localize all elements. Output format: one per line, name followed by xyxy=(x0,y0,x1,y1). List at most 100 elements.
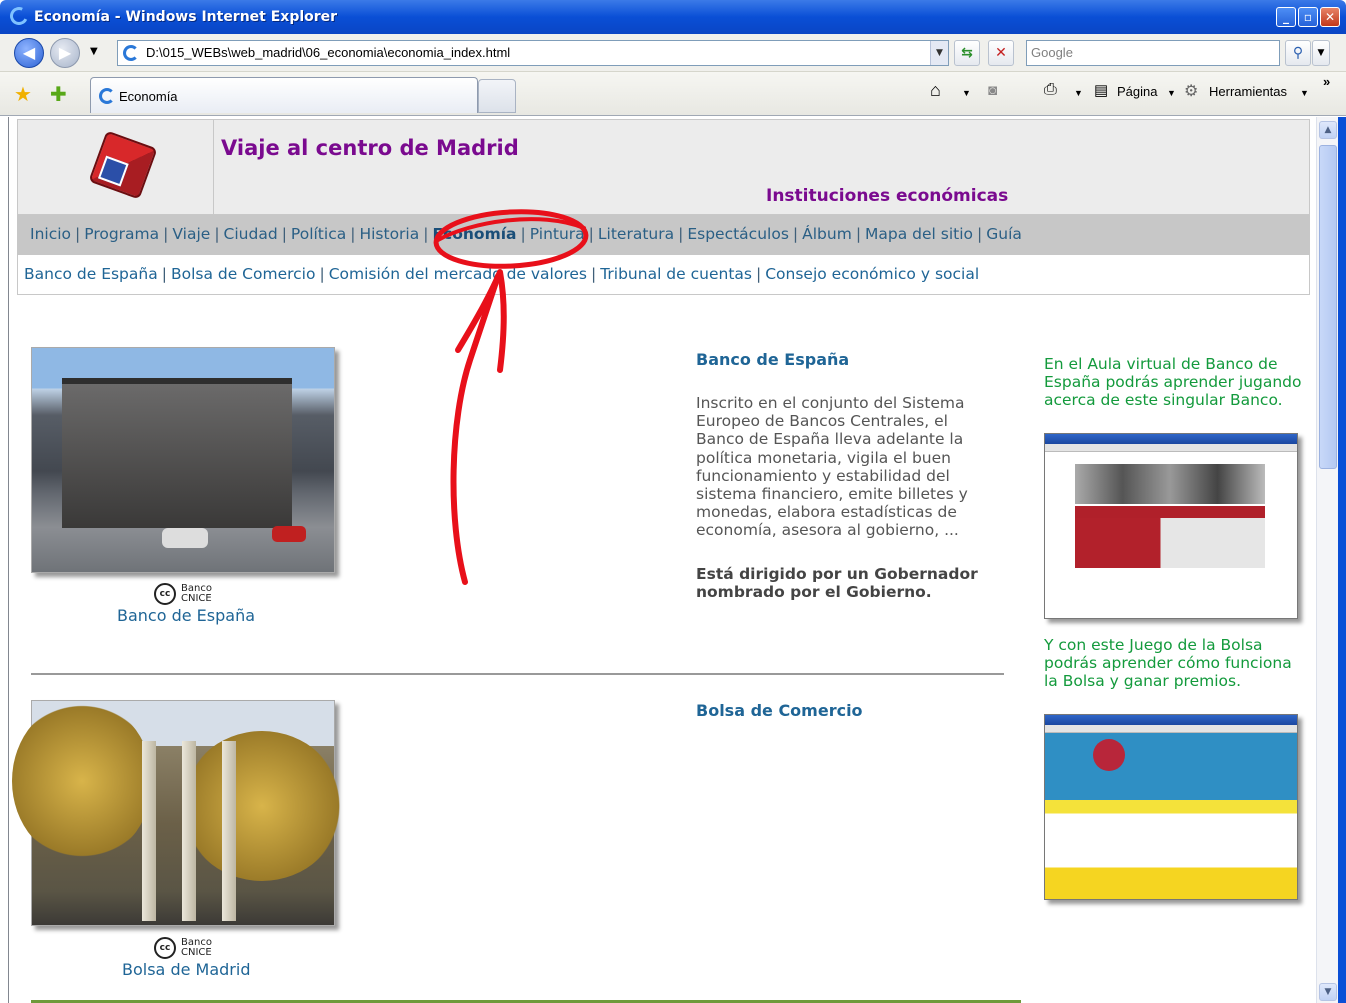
address-dropdown-icon[interactable]: ▼ xyxy=(930,41,948,65)
madrid-cube-icon xyxy=(88,130,158,200)
address-bar[interactable]: D:\015_WEBs\web_madrid\06_economia\econo… xyxy=(117,40,949,66)
subnav-separator: | xyxy=(755,265,762,283)
photo-caption-banco[interactable]: Banco de España xyxy=(117,606,255,625)
vertical-scrollbar[interactable]: ▲ ▼ xyxy=(1316,117,1338,1003)
nav-separator: | xyxy=(163,225,169,243)
section-title-banco: Banco de España xyxy=(696,350,850,369)
sub-nav: Banco de España | Bolsa de Comercio | Comisi… xyxy=(17,255,1310,295)
section-text-banco: Inscrito en el conjunto del Sistema Euro… xyxy=(696,394,968,540)
nav-item-inicio[interactable]: Inicio xyxy=(30,225,71,243)
page-header: Viaje al centro de Madrid Instituciones … xyxy=(17,119,1310,216)
nav-item-album[interactable]: Álbum xyxy=(802,225,852,243)
scroll-down-icon[interactable]: ▼ xyxy=(1319,983,1337,1001)
tab-page-icon xyxy=(99,88,115,104)
chevron-more-icon[interactable]: » xyxy=(1323,74,1330,89)
favorites-star-icon[interactable]: ★ xyxy=(14,82,32,106)
main-nav: Inicio | Programa | Viaje | Ciudad | Política | Hi… xyxy=(17,215,1310,255)
refresh-icon[interactable]: ⇆ xyxy=(954,40,980,66)
window-title: Economía - Windows Internet Explorer xyxy=(34,9,338,25)
nav-item-guia[interactable]: Guía xyxy=(986,225,1022,243)
nav-item-mapa-del-sitio[interactable]: Mapa del sitio xyxy=(865,225,973,243)
nav-separator: | xyxy=(792,225,799,243)
photo-caption-bolsa[interactable]: Bolsa de Madrid xyxy=(122,960,250,979)
banco-espana-photo xyxy=(31,347,335,573)
subnav-item-tribunal-de-cuentas[interactable]: Tribunal de cuentas xyxy=(600,265,752,283)
subnav-item-comision-del-mercado-de-valores[interactable]: Comisión del mercado de valores xyxy=(329,265,587,283)
subnav-item-bolsa-de-comercio[interactable]: Bolsa de Comercio xyxy=(171,265,316,283)
subnav-separator: | xyxy=(319,265,325,283)
nav-item-pintura[interactable]: Pintura xyxy=(530,225,585,243)
page-menu-icon: ▤ xyxy=(1094,82,1109,99)
page-menu[interactable]: Página xyxy=(1117,84,1157,99)
nav-separator: | xyxy=(75,225,81,243)
tools-dropdown-icon[interactable]: ▼ xyxy=(1300,88,1309,98)
nav-item-ciudad[interactable]: Ciudad xyxy=(224,225,278,243)
nav-separator: | xyxy=(855,225,862,243)
home-icon[interactable]: ⌂ xyxy=(930,80,941,101)
subnav-item-consejo-economico-y-social[interactable]: Consejo económico y social xyxy=(765,265,979,283)
section-title: Instituciones económicas xyxy=(766,186,1009,206)
search-options-icon[interactable]: ▼ xyxy=(1312,40,1330,66)
section-title-bolsa: Bolsa de Comercio xyxy=(696,701,863,720)
new-tab-button[interactable] xyxy=(478,79,516,113)
nav-separator: | xyxy=(588,225,594,243)
back-button[interactable]: ◀ xyxy=(14,38,44,68)
nav-separator: | xyxy=(281,225,287,243)
nav-item-programa[interactable]: Programa xyxy=(84,225,159,243)
nav-separator: | xyxy=(520,225,526,243)
tools-menu[interactable]: Herramientas xyxy=(1209,84,1287,99)
nav-separator: | xyxy=(977,225,983,243)
subnav-separator: | xyxy=(161,265,167,283)
window-titlebar: Economía - Windows Internet Explorer _ ▫… xyxy=(0,0,1346,34)
search-icon[interactable]: ⚲ xyxy=(1285,40,1311,66)
section-bold-banco: Está dirigido por un Gobernador nombrado… xyxy=(696,565,978,602)
madrid-logo[interactable] xyxy=(18,120,214,216)
scroll-up-icon[interactable]: ▲ xyxy=(1319,121,1337,139)
nav-separator: | xyxy=(423,225,429,243)
subnav-item-banco-de-espana[interactable]: Banco de España xyxy=(24,265,158,283)
maximize-button[interactable]: ▫ xyxy=(1298,7,1318,27)
tab-title: Economía xyxy=(119,89,178,104)
search-input[interactable]: Google xyxy=(1026,40,1280,66)
home-dropdown-icon[interactable]: ▼ xyxy=(962,88,971,98)
navigation-bar: ◀ ▶ ▼ D:\015_WEBs\web_madrid\06_economia… xyxy=(0,34,1346,72)
page-viewport: Viaje al centro de Madrid Instituciones … xyxy=(8,117,1316,1003)
nav-separator: | xyxy=(350,225,356,243)
stop-icon[interactable]: ✕ xyxy=(988,40,1014,66)
nav-item-historia[interactable]: Historia xyxy=(359,225,419,243)
nav-separator: | xyxy=(214,225,220,243)
sidebar-text-bolsa[interactable]: Y con este Juego de la Bolsa podrás apre… xyxy=(1044,636,1304,691)
section-divider xyxy=(31,673,1004,675)
window-frame xyxy=(1338,117,1346,1003)
nav-item-literatura[interactable]: Literatura xyxy=(598,225,674,243)
creative-commons-icon: cc xyxy=(154,583,176,605)
tab-economia[interactable]: Economía xyxy=(90,77,478,113)
nav-item-viaje[interactable]: Viaje xyxy=(172,225,210,243)
close-button[interactable]: ✕ xyxy=(1320,7,1340,27)
add-favorite-icon[interactable]: ✚ xyxy=(50,82,67,106)
scroll-thumb[interactable] xyxy=(1319,145,1337,469)
nav-item-politica[interactable]: Política xyxy=(291,225,346,243)
bolsa-game-screenshot[interactable] xyxy=(1044,714,1298,900)
address-url[interactable]: D:\015_WEBs\web_madrid\06_economia\econo… xyxy=(146,45,510,60)
print-icon[interactable]: ⎙ xyxy=(1044,81,1057,99)
subnav-separator: | xyxy=(590,265,597,283)
creative-commons-icon-2: cc xyxy=(154,937,176,959)
internet-explorer-icon xyxy=(7,4,31,28)
nav-item-espectaculos[interactable]: Espectáculos xyxy=(687,225,789,243)
print-dropdown-icon[interactable]: ▼ xyxy=(1074,88,1083,98)
minimize-button[interactable]: _ xyxy=(1276,7,1296,27)
forward-button[interactable]: ▶ xyxy=(50,38,80,68)
sidebar-text-aula[interactable]: En el Aula virtual de Banco de España po… xyxy=(1044,355,1304,410)
aula-virtual-screenshot[interactable] xyxy=(1044,433,1298,619)
feeds-icon[interactable]: ◙ xyxy=(988,82,997,99)
page-dropdown-icon[interactable]: ▼ xyxy=(1167,88,1176,98)
nav-item-economia[interactable]: Economía xyxy=(432,225,516,243)
page-icon xyxy=(123,45,139,61)
nav-separator: | xyxy=(678,225,684,243)
bolsa-madrid-photo xyxy=(12,700,342,926)
tools-gear-icon: ⚙ xyxy=(1184,83,1199,100)
tabs-bar: ★ ✚ Economía ⌂ ▼ ◙ ⎙ ▼ ▤ Página ▼ ⚙ Herr… xyxy=(0,72,1346,116)
history-dropdown-icon[interactable]: ▼ xyxy=(90,46,98,57)
site-title: Viaje al centro de Madrid xyxy=(221,136,519,160)
